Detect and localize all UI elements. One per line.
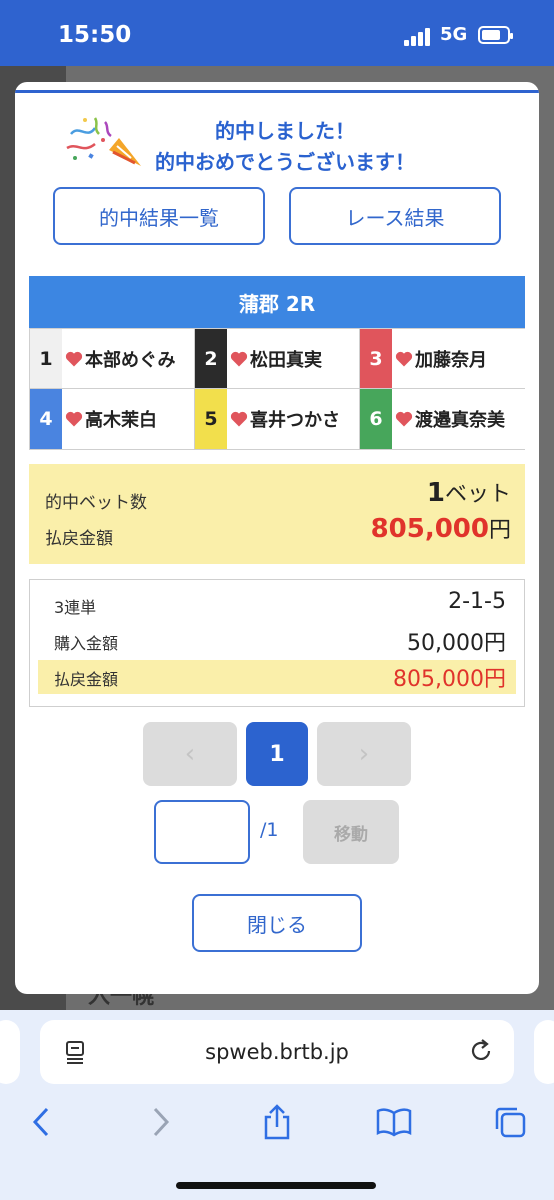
heart-icon[interactable]	[394, 409, 414, 429]
heart-icon[interactable]	[229, 409, 249, 429]
congrats-line-1: 的中しました！	[215, 119, 355, 143]
previous-tab-card[interactable]	[0, 1020, 20, 1084]
racer-cell: 6 渡邉真奈美	[360, 389, 525, 449]
purchase-row: 購入金額 50,000円	[38, 624, 516, 658]
racer-cell: 4 高木茉白	[30, 389, 195, 449]
heart-icon[interactable]	[64, 409, 84, 429]
hit-result-modal: 的中しました！ 的中おめでとうございます！ 的中結果一覧 レース結果 蒲郡 2R…	[15, 82, 539, 994]
network-label: 5G	[440, 24, 468, 45]
racer-name: 喜井つかさ	[250, 410, 340, 431]
hit-list-button[interactable]: 的中結果一覧	[53, 187, 265, 245]
signal-icon	[404, 28, 434, 46]
congrats-message: 的中しました！ 的中おめでとうございます！	[135, 116, 435, 178]
racer-cell: 2 松田真実	[195, 329, 360, 389]
url-text: spweb.brtb.jp	[205, 1040, 349, 1064]
racer-cell: 3 加藤奈月	[360, 329, 525, 389]
racer-cell: 5 喜井つかさ	[195, 389, 360, 449]
tabs-icon[interactable]	[490, 1102, 530, 1142]
go-button[interactable]: 移動	[303, 800, 399, 864]
next-tab-card[interactable]	[534, 1020, 554, 1084]
racer-name: 加藤奈月	[415, 349, 487, 371]
payout-value: 805,000円	[371, 512, 511, 544]
detail-payout-row: 払戻金額 805,000円	[38, 660, 516, 694]
party-popper-icon	[66, 117, 141, 166]
racer-number: 6	[360, 389, 392, 449]
hit-bets-label: 的中ベット数	[45, 493, 147, 513]
bet-type-value: 2-1-5	[448, 589, 506, 614]
racer-number: 4	[30, 389, 62, 449]
heart-icon[interactable]	[64, 349, 84, 369]
race-header: 蒲郡 2R	[29, 276, 525, 328]
racer-grid: 1 本部めぐみ 2 松田真実 3 加藤奈月 4 高木茉白 5 喜井つかさ 6 渡…	[29, 328, 525, 450]
reload-icon[interactable]	[468, 1038, 494, 1064]
hit-bets-value: 1ベット	[427, 476, 511, 508]
racer-number: 1	[30, 329, 62, 388]
payout-unit: 円	[488, 518, 511, 543]
racer-name: 松田真実	[250, 349, 322, 371]
payout-amount: 805,000	[370, 514, 489, 544]
racer-name: 渡邉真奈美	[415, 410, 505, 431]
home-indicator	[176, 1182, 376, 1189]
racer-number: 2	[195, 329, 227, 388]
page-jump-input[interactable]	[154, 800, 250, 864]
race-result-button[interactable]: レース結果	[289, 187, 501, 245]
status-time: 15:50	[58, 22, 132, 48]
forward-icon[interactable]	[140, 1102, 180, 1142]
status-bar: 15:50 5G	[0, 0, 554, 66]
back-icon[interactable]	[22, 1102, 62, 1142]
hit-bets-count: 1	[426, 478, 445, 508]
racer-number: 3	[360, 329, 392, 388]
prev-page-button[interactable]: ‹	[143, 722, 237, 786]
detail-payout-label: 払戻金額	[54, 670, 119, 689]
battery-icon	[478, 26, 513, 44]
racer-name: 高木茉白	[85, 410, 157, 431]
browser-toolbar: spweb.brtb.jp	[0, 1010, 554, 1200]
bookmarks-icon[interactable]	[374, 1102, 414, 1142]
racer-name: 本部めぐみ	[85, 349, 176, 371]
bet-detail: 3連単 2-1-5 購入金額 50,000円 払戻金額 805,000円	[29, 579, 525, 707]
purchase-label: 購入金額	[54, 634, 119, 653]
detail-payout-value: 805,000円	[393, 667, 506, 692]
share-icon[interactable]	[257, 1102, 297, 1142]
close-button[interactable]: 閉じる	[192, 894, 362, 952]
bet-type-row: 3連単 2-1-5	[38, 588, 516, 622]
bet-type-label: 3連単	[54, 598, 97, 617]
hit-summary: 的中ベット数 1ベット 払戻金額 805,000円	[29, 464, 525, 564]
modal-top-line	[15, 90, 539, 93]
racer-number: 5	[195, 389, 227, 449]
next-page-button[interactable]: ›	[317, 722, 411, 786]
payout-label: 払戻金額	[45, 529, 113, 549]
purchase-value: 50,000円	[407, 631, 506, 656]
current-page-button[interactable]: 1	[246, 722, 308, 786]
page-total: /1	[260, 819, 279, 841]
congrats-line-2: 的中おめでとうございます！	[155, 150, 415, 174]
heart-icon[interactable]	[229, 349, 249, 369]
address-bar[interactable]: spweb.brtb.jp	[40, 1020, 514, 1084]
heart-icon[interactable]	[394, 349, 414, 369]
racer-cell: 1 本部めぐみ	[30, 329, 195, 389]
hit-bets-unit: ベット	[444, 482, 511, 507]
